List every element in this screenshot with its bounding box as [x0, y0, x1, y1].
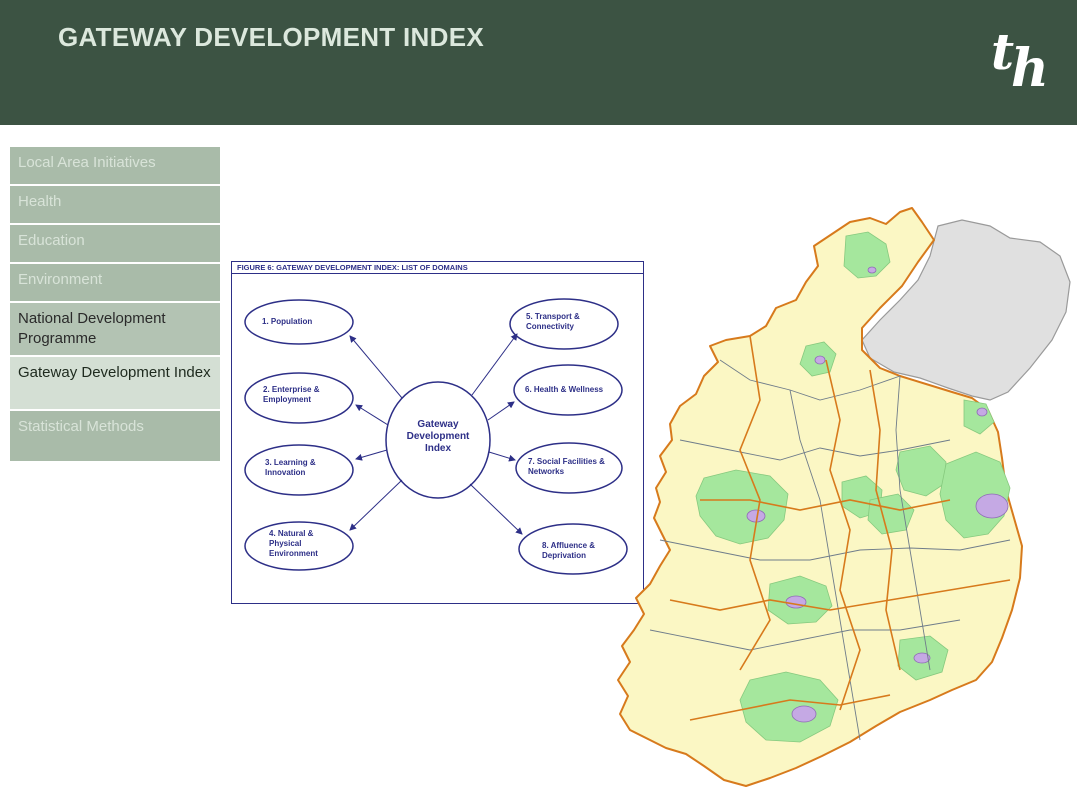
center-label: Gateway Development Index	[406, 419, 470, 454]
domain-label-8: 8. Affluence & Deprivation	[542, 541, 596, 560]
urban-core-sligo	[814, 355, 826, 365]
urban-core-letterkenny	[867, 266, 877, 274]
urban-core-dundalk	[976, 407, 988, 417]
urban-core-dublin	[975, 493, 1009, 519]
nav-item-local-area-initiatives[interactable]: Local Area Initiatives	[10, 147, 220, 186]
domain-label-5: 5. Transport & Connectivity	[526, 312, 580, 331]
domain-label-2: 2. Enterprise & Employment	[263, 385, 320, 404]
domain-label-3: 3. Learning & Innovation	[265, 458, 316, 477]
arrow-2	[355, 404, 389, 426]
arrow-7	[488, 451, 516, 462]
nav-item-gateway-development-index[interactable]: Gateway Development Index	[10, 357, 220, 411]
brand-logo: t h	[985, 22, 1055, 102]
arrow-3	[355, 449, 388, 461]
nav-item-environment[interactable]: Environment	[10, 264, 220, 303]
arrow-4	[349, 479, 403, 531]
arrow-1	[349, 335, 403, 399]
nav-item-education[interactable]: Education	[10, 225, 220, 264]
domain-label-4: 4. Natural & Physical Environment	[269, 529, 318, 558]
nav-item-health[interactable]: Health	[10, 186, 220, 225]
logo-letter-h: h	[1011, 38, 1049, 99]
arrow-6	[487, 401, 515, 421]
arrow-5	[471, 333, 518, 396]
header-bar: GATEWAY DEVELOPMENT INDEX t h	[0, 0, 1077, 125]
domains-figure: FIGURE 6: GATEWAY DEVELOPMENT INDEX: LIS…	[231, 261, 644, 604]
urban-core-cork	[791, 705, 817, 723]
nav-item-national-development-programme[interactable]: National Development Programme	[10, 303, 220, 357]
ireland-gateway-map	[617, 207, 1071, 787]
domain-label-1: 1. Population	[262, 317, 313, 326]
side-nav: Local Area Initiatives Health Education …	[10, 147, 220, 463]
page-title: GATEWAY DEVELOPMENT INDEX	[58, 22, 484, 52]
arrow-8	[469, 483, 523, 535]
nav-item-statistical-methods[interactable]: Statistical Methods	[10, 411, 220, 463]
